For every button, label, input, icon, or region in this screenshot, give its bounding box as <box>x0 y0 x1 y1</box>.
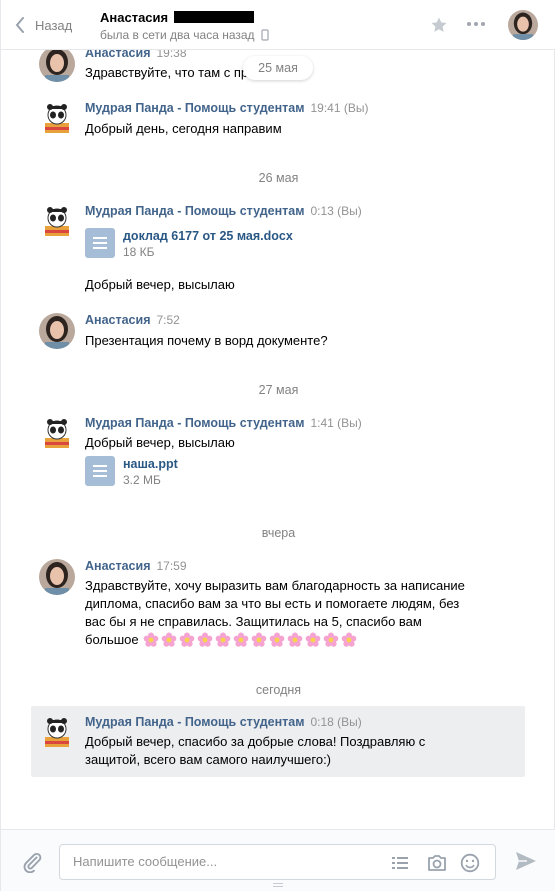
resize-grip[interactable] <box>273 883 283 889</box>
contact-avatar[interactable] <box>508 10 538 40</box>
message-time: 17:59 <box>156 559 187 573</box>
send-icon[interactable] <box>515 851 537 871</box>
chat-window: Назад Анастасия была в сети два часа наз… <box>0 0 555 891</box>
message-time: 0:18 (Вы) <box>310 715 362 729</box>
star-icon[interactable] <box>430 16 448 34</box>
chat-header: Назад Анастасия была в сети два часа наз… <box>1 0 555 50</box>
flower-icon <box>341 632 356 647</box>
message-text: Презентация почему в ворд документе? <box>85 333 328 348</box>
camera-icon[interactable] <box>426 853 448 873</box>
message-author[interactable]: Мудрая Панда - Помощь студентам 0:18 (Вы) <box>85 715 362 729</box>
flower-icon <box>233 632 248 647</box>
back-label: Назад <box>35 17 73 33</box>
flower-icon <box>305 632 320 647</box>
document-icon <box>85 456 115 486</box>
flower-emoji-row <box>143 632 357 648</box>
chevron-left-icon <box>15 17 24 33</box>
status-text: была в сети два часа назад <box>100 28 255 42</box>
flower-icon <box>251 632 266 647</box>
message-text: Добрый вечер, высылаю <box>85 435 235 450</box>
avatar[interactable] <box>39 204 75 240</box>
flower-icon <box>323 632 338 647</box>
paperclip-icon[interactable] <box>21 851 43 873</box>
document-icon <box>85 228 115 258</box>
message-time: 19:41 (Вы) <box>310 101 369 115</box>
document-size: 3.2 МБ <box>123 473 161 487</box>
list-icon[interactable] <box>390 853 410 873</box>
back-button[interactable]: Назад <box>15 14 72 36</box>
message-line: диплома, спасибо вам за что вы есть и по… <box>85 596 460 611</box>
flower-icon <box>197 632 212 647</box>
document-name[interactable]: доклад 6177 от 25 мая.docx <box>123 228 293 244</box>
message-text: Здравствуйте, что там с пр й <box>85 65 260 80</box>
avatar[interactable] <box>39 715 75 751</box>
document-attachment[interactable]: доклад 6177 от 25 мая.docx 18 КБ <box>85 228 293 260</box>
avatar[interactable] <box>39 559 75 595</box>
message-author[interactable]: Анастасия 7:52 <box>85 313 180 327</box>
document-size: 18 КБ <box>123 245 155 259</box>
flower-icon <box>269 632 284 647</box>
message-time: 1:41 (Вы) <box>310 416 362 430</box>
smile-icon[interactable] <box>460 853 480 873</box>
document-name[interactable]: наша.ppt <box>123 456 178 472</box>
redaction-bar <box>173 11 254 23</box>
message-input-box[interactable] <box>59 844 496 880</box>
avatar[interactable] <box>39 313 75 349</box>
message-line-last: большое <box>85 631 465 649</box>
message-text: Добрый вечер, высылаю <box>85 277 235 292</box>
message-composer <box>1 829 555 891</box>
message-line: Здравствуйте, хочу выразить вам благодар… <box>85 578 465 593</box>
avatar[interactable] <box>39 416 75 452</box>
flower-icon <box>215 632 230 647</box>
flower-icon <box>161 632 176 647</box>
flower-icon <box>143 632 158 647</box>
message-line: вас бы я не справилась. Защитилась на 5,… <box>85 614 422 629</box>
contact-name[interactable]: Анастасия <box>100 10 254 25</box>
more-icon[interactable] <box>467 22 485 26</box>
contact-name-text: Анастасия <box>100 10 169 25</box>
message-time: 7:52 <box>156 313 180 327</box>
avatar[interactable] <box>39 46 75 82</box>
message-author[interactable]: Анастасия 17:59 <box>85 559 187 573</box>
floating-date-badge: 25 мая <box>243 56 313 80</box>
avatar[interactable] <box>39 101 75 137</box>
date-separator: 27 мая <box>258 383 299 397</box>
date-separator: сегодня <box>255 683 302 697</box>
message-input[interactable] <box>73 854 373 869</box>
contact-status: была в сети два часа назад <box>100 28 269 42</box>
date-separator: вчера <box>261 526 296 540</box>
document-attachment[interactable]: наша.ppt 3.2 МБ <box>85 456 178 488</box>
flower-icon <box>179 632 194 647</box>
message-time: 0:13 (Вы) <box>310 204 362 218</box>
message-text: Добрый день, сегодня направим <box>85 121 282 136</box>
message-text: Здравствуйте, хочу выразить вам благодар… <box>85 577 465 649</box>
flower-icon <box>287 632 302 647</box>
message-text: Добрый вечер, спасибо за добрые слова! П… <box>85 733 425 769</box>
message-line: большое <box>85 632 139 647</box>
date-separator: 26 мая <box>258 171 299 185</box>
message-author[interactable]: Мудрая Панда - Помощь студентам 0:13 (Вы) <box>85 204 362 218</box>
message-author[interactable]: Мудрая Панда - Помощь студентам 1:41 (Вы) <box>85 416 362 430</box>
phone-icon <box>260 29 269 41</box>
message-line: Добрый вечер, спасибо за добрые слова! П… <box>85 734 426 749</box>
message-line: защитой, всего вам самого наилучшего:) <box>85 752 332 767</box>
message-author[interactable]: Мудрая Панда - Помощь студентам 19:41 (Вы… <box>85 101 368 115</box>
